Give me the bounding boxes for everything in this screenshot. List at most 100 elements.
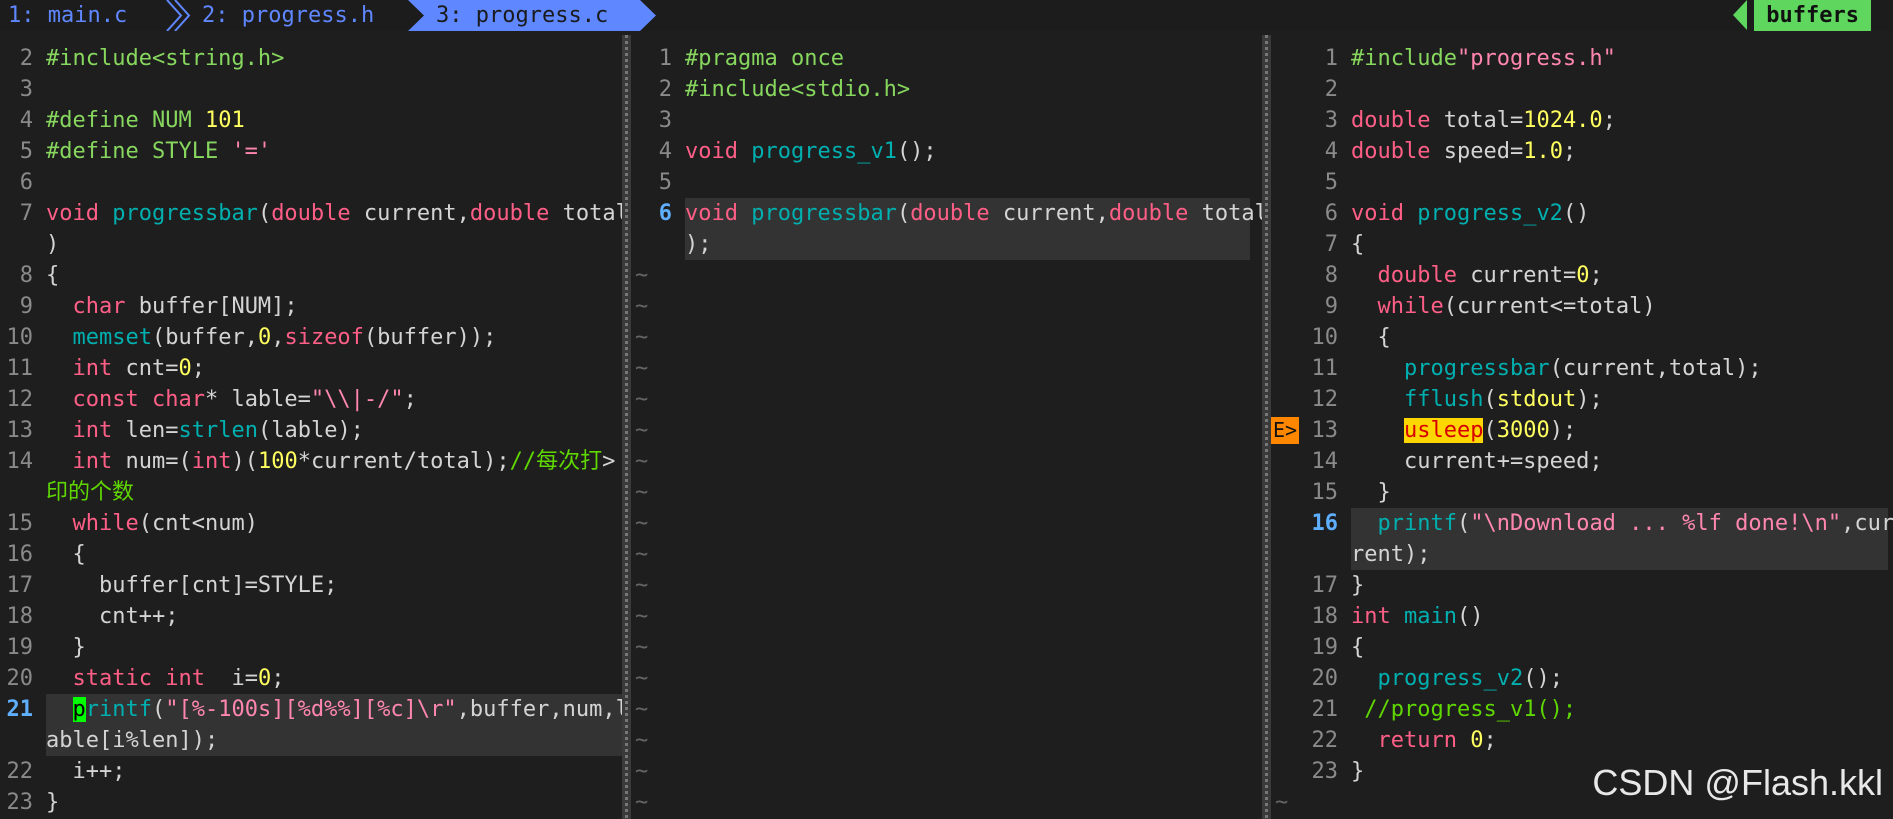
buffers-indicator: buffers [1754,0,1871,31]
code-line[interactable]: 12 const char* lable="\\|-/"; [0,384,622,415]
code-line[interactable]: 11 progressbar(current,total); [1271,353,1893,384]
code-line[interactable]: rent); [1271,539,1893,570]
line-number: 19 [6,635,34,660]
tab-main-c[interactable]: 1: main.c [0,0,175,31]
code-line[interactable]: 5 #define STYLE '=' [0,136,622,167]
code-line[interactable]: 15 while(cnt<num) [0,508,622,539]
code-line[interactable]: 22 return 0; [1271,725,1893,756]
code-text: fflush(stdout); [1403,387,1603,412]
code-line[interactable]: 6 void progressbar(double current,double … [631,198,1262,229]
line-number: 3 [1324,108,1338,133]
line-number: 18 [1311,604,1339,629]
code-line[interactable]: 20 static int i=0; [0,663,622,694]
code-line[interactable]: 9 while(current<=total) [1271,291,1893,322]
vertical-split-divider[interactable] [622,35,631,819]
code-text: } [46,635,86,660]
line-number: 17 [6,573,34,598]
code-text: usleep(3000); [1403,418,1577,443]
code-line[interactable]: 18 cnt++; [0,601,622,632]
code-line[interactable]: 15 } [1271,477,1893,508]
code-line[interactable]: 印的个数 [0,477,622,508]
code-text: buffer[cnt]=STYLE; [46,573,338,598]
code-line[interactable]: 4 void progress_v1(); [631,136,1262,167]
editor-pane-progress-c[interactable]: 1 #include"progress.h" 2 3 double total=1024… [1271,35,1893,819]
code-line[interactable]: 14 int num=(int)(100*current/total);//每次… [0,446,622,477]
code-line[interactable]: 13 int len=strlen(lable); [0,415,622,446]
code-line[interactable]: 2 #include<stdio.h> [631,74,1262,105]
line-number: 23 [6,790,34,815]
code-text: able[i%len]); [46,728,219,753]
code-text: double current=0; [1377,263,1603,288]
empty-line-marker: ~ [635,542,649,567]
code-line[interactable]: 4 #define NUM 101 [0,105,622,136]
code-line[interactable]: 8 double current=0; [1271,260,1893,291]
code-line[interactable]: 3 double total=1024.0; [1271,105,1893,136]
tab-progress-c[interactable]: 3: progress.c [428,0,640,31]
code-text: printf("[%-100s][%d%%][%c]\r",buffer,num… [72,697,622,722]
code-line[interactable]: 23} [0,787,622,818]
line-number: 6 [1324,201,1338,226]
code-line[interactable]: 10 { [1271,322,1893,353]
code-line[interactable]: 7 void progressbar(double current,double … [0,198,622,229]
error-sign-icon[interactable]: E> [1271,417,1299,444]
vertical-split-divider[interactable] [1262,35,1271,819]
line-number: 5 [1324,170,1338,195]
code-line[interactable]: 22 i++; [0,756,622,787]
tab-label: 2: progress.h [202,3,375,28]
code-line[interactable]: 5 [1271,167,1893,198]
line-number: 5 [19,139,33,164]
code-line[interactable]: able[i%len]); [0,725,622,756]
code-line[interactable]: 21 printf("[%-100s][%d%%][%c]\r",buffer,… [0,694,622,725]
code-line[interactable]: 10 memset(buffer,0,sizeof(buffer)); [0,322,622,353]
code-line[interactable]: 21 //progress_v1(); [1271,694,1893,725]
code-line[interactable]: 8{ [0,260,622,291]
code-line[interactable]: 1 #include"progress.h" [1271,43,1893,74]
code-line[interactable]: ) [0,229,622,260]
code-line[interactable]: 19 { [1271,632,1893,663]
empty-line-marker: ~ [635,356,649,381]
code-line[interactable]: ); [631,229,1262,260]
code-line[interactable]: 7{ [1271,229,1893,260]
code-line[interactable]: 16 printf("\nDownload ... %lf done!\n",c… [1271,508,1893,539]
code-line[interactable]: 19 } [0,632,622,663]
tab-separator-icon [166,0,191,31]
code-line[interactable]: 1 #pragma once [631,43,1262,74]
code-line[interactable]: 14 current+=speed; [1271,446,1893,477]
editor-pane-progress-h[interactable]: 1 #pragma once 2 #include<stdio.h> 3 4 void pr… [631,35,1262,819]
code-line[interactable]: 4 double speed=1.0; [1271,136,1893,167]
code-line[interactable]: 13 usleep(3000); E> [1271,415,1893,446]
code-line[interactable]: 12 fflush(stdout); [1271,384,1893,415]
line-number: 21 [6,697,34,722]
code-line[interactable]: 3 [0,74,622,105]
line-number: 17 [1311,573,1339,598]
code-text: #define NUM 101 [46,108,245,133]
code-text: void progressbar(double current,double t… [46,201,622,226]
code-line[interactable]: 20 progress_v2(); [1271,663,1893,694]
editor-pane-main-c[interactable]: 2 #include<string.h> 3 4 #define NUM 101 5 #de… [0,35,622,819]
code-line[interactable]: 6 [0,167,622,198]
code-line[interactable]: 16 { [0,539,622,570]
code-line[interactable]: 9 char buffer[NUM]; [0,291,622,322]
empty-line-marker: ~ [635,387,649,412]
line-number: 14 [1311,449,1339,474]
line-number: 2 [1324,77,1338,102]
line-number: 7 [1324,232,1338,257]
line-number: 5 [658,170,672,195]
code-line[interactable]: 2 [1271,74,1893,105]
tab-progress-h[interactable]: 2: progress.h [194,0,409,31]
code-text: int len=strlen(lable); [72,418,364,443]
code-line[interactable]: 2 #include<string.h> [0,43,622,74]
code-line[interactable]: 11 int cnt=0; [0,353,622,384]
code-line[interactable]: 17 buffer[cnt]=STYLE; [0,570,622,601]
line-number: 1 [658,46,672,71]
code-line[interactable]: 3 [631,105,1262,136]
code-line[interactable]: 18 int main() [1271,601,1893,632]
empty-line-marker: ~ [635,449,649,474]
line-number: 22 [1311,728,1339,753]
code-line[interactable]: 5 [631,167,1262,198]
code-line[interactable]: 17} [1271,570,1893,601]
empty-line-marker: ~ [635,325,649,350]
line-number: 21 [1311,697,1339,722]
code-line[interactable]: 6 void progress_v2() [1271,198,1893,229]
line-number: 11 [6,356,34,381]
